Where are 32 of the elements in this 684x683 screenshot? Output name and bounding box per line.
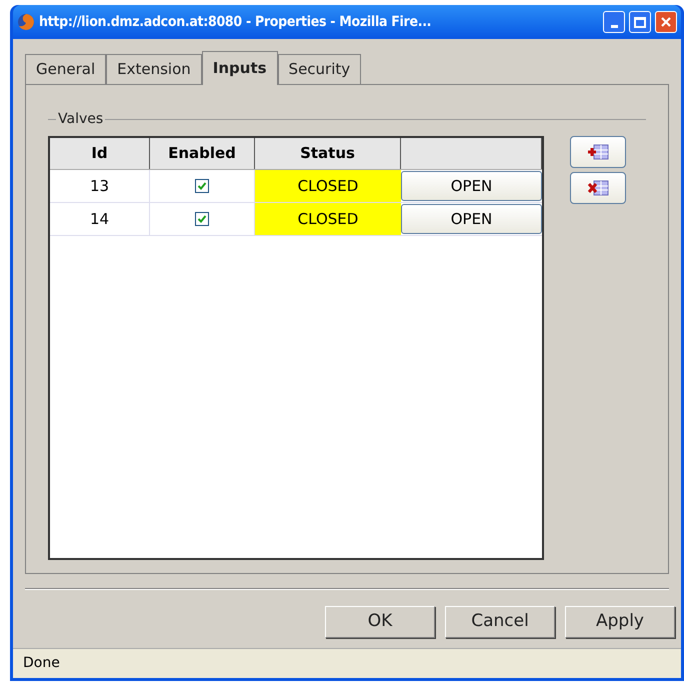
tab[interactable]: Security — [278, 54, 362, 84]
status-cell: CLOSED — [255, 203, 401, 235]
table-cell: 14 — [50, 203, 150, 235]
check-icon — [197, 181, 207, 191]
window-title: http://lion.dmz.adcon.at:8080 - Properties - Mozilla Fire... — [39, 12, 432, 32]
column-header: Id — [50, 138, 150, 169]
add-row-button[interactable] — [570, 136, 626, 168]
close-button[interactable] — [655, 11, 677, 33]
checkbox[interactable] — [195, 212, 209, 226]
open-button[interactable]: OPEN — [401, 204, 542, 234]
checkbox[interactable] — [195, 179, 209, 193]
maximize-button[interactable] — [629, 11, 651, 33]
browser-logo-icon — [17, 13, 35, 31]
remove-row-icon — [586, 180, 610, 196]
remove-row-button[interactable] — [570, 172, 626, 204]
column-header: Enabled — [150, 138, 255, 169]
tab[interactable]: Extension — [106, 54, 202, 84]
add-row-icon — [586, 144, 610, 160]
table-cell: 13 — [50, 170, 150, 202]
open-button[interactable]: OPEN — [401, 171, 542, 201]
tab[interactable]: General — [25, 54, 106, 84]
dialog-button[interactable]: Apply — [565, 606, 675, 638]
close-icon — [660, 16, 672, 28]
dialog-button[interactable]: OK — [325, 606, 435, 638]
minimize-button[interactable] — [603, 11, 625, 33]
status-text: Done — [23, 654, 60, 673]
status-cell: CLOSED — [255, 170, 401, 202]
group-title: Valves — [58, 110, 104, 129]
check-icon — [197, 214, 207, 224]
column-header: Status — [255, 138, 401, 169]
tab[interactable]: Inputs — [202, 51, 278, 85]
dialog-button[interactable]: Cancel — [445, 606, 555, 638]
